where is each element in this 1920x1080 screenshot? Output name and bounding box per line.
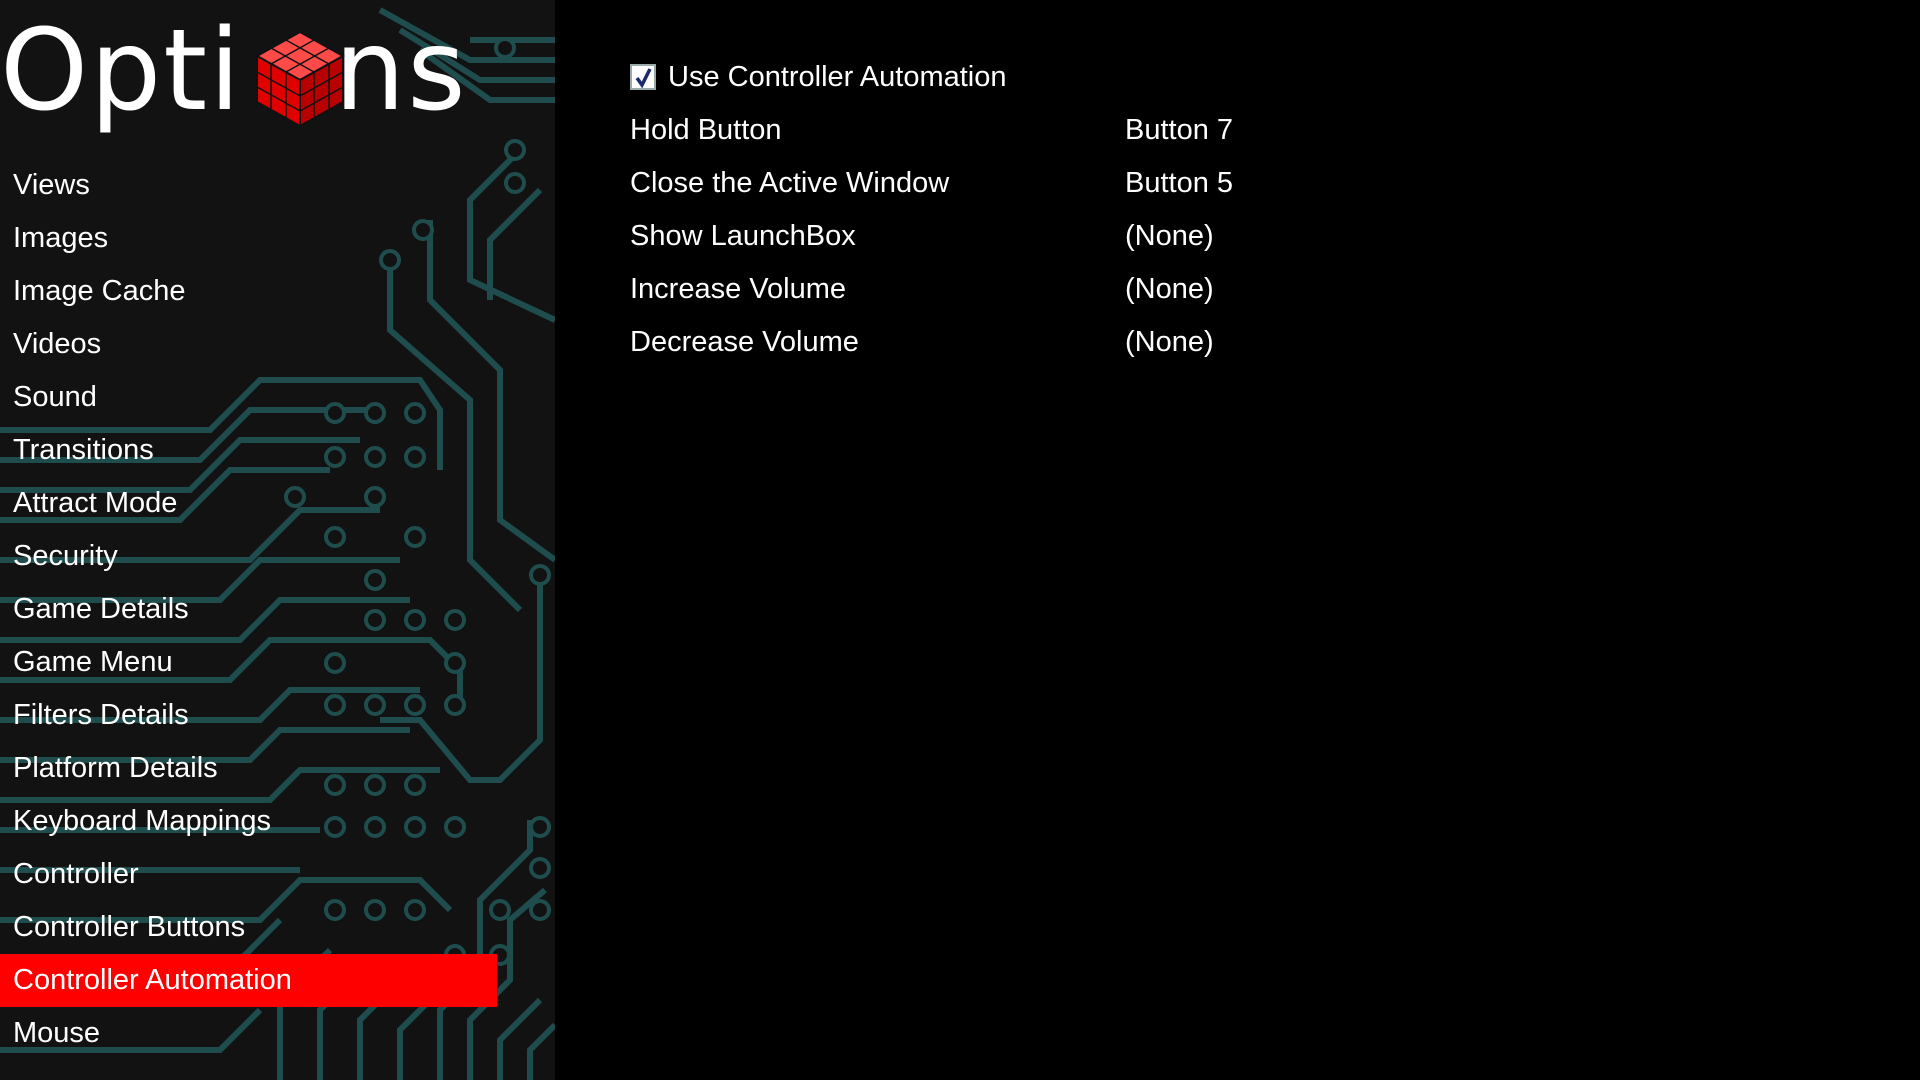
page-title: Opti ns: [0, 6, 468, 136]
menu-item-controller[interactable]: Controller: [0, 848, 497, 901]
menu-item-platform-details[interactable]: Platform Details: [0, 742, 497, 795]
setting-value[interactable]: (None): [1125, 263, 1214, 315]
setting-row-show-launchbox[interactable]: Show LaunchBox (None): [630, 210, 1530, 262]
options-logo: Opti ns: [0, 6, 500, 136]
menu-item-label: Views: [13, 169, 90, 201]
menu-item-label: Keyboard Mappings: [13, 805, 271, 837]
settings-panel: Use Controller Automation Hold Button Bu…: [555, 0, 1920, 1080]
menu-item-label: Game Menu: [13, 646, 173, 678]
menu-item-filters-details[interactable]: Filters Details: [0, 689, 497, 742]
menu-item-sound[interactable]: Sound: [0, 371, 497, 424]
setting-label: Hold Button: [630, 114, 782, 146]
checkbox-label: Use Controller Automation: [668, 61, 1007, 93]
menu-item-label: Sound: [13, 381, 97, 413]
menu-item-label: Platform Details: [13, 752, 218, 784]
menu-item-mouse[interactable]: Mouse: [0, 1007, 497, 1060]
menu-item-label: Game Details: [13, 593, 189, 625]
menu-item-keyboard-mappings[interactable]: Keyboard Mappings: [0, 795, 497, 848]
menu-item-label: Mouse: [13, 1017, 101, 1049]
menu-item-image-cache[interactable]: Image Cache: [0, 265, 497, 318]
sidebar: Opti ns Views Images Image Cache Videos S…: [0, 0, 555, 1080]
menu-item-label: Videos: [13, 328, 102, 360]
setting-label: Increase Volume: [630, 273, 847, 305]
menu-item-label: Transitions: [13, 434, 154, 466]
menu-item-label: Controller Buttons: [13, 911, 246, 943]
menu-item-controller-buttons[interactable]: Controller Buttons: [0, 901, 497, 954]
menu-item-label: Controller Automation: [13, 964, 292, 996]
setting-label: Close the Active Window: [630, 167, 950, 199]
menu-item-videos[interactable]: Videos: [0, 318, 497, 371]
title-part-2: ns: [334, 6, 468, 136]
menu-item-views[interactable]: Views: [0, 159, 497, 212]
setting-row-decrease-volume[interactable]: Decrease Volume (None): [630, 316, 1530, 368]
setting-value[interactable]: (None): [1125, 210, 1214, 262]
title-part-1: Opti: [0, 6, 243, 136]
menu-item-images[interactable]: Images: [0, 212, 497, 265]
cube-icon: [255, 30, 345, 128]
checkmark-icon: [635, 68, 652, 89]
menu-item-label: Security: [13, 540, 118, 572]
menu-item-attract-mode[interactable]: Attract Mode: [0, 477, 497, 530]
menu-item-transitions[interactable]: Transitions: [0, 424, 497, 477]
menu-item-controller-automation[interactable]: Controller Automation: [0, 954, 497, 1007]
menu-item-game-menu[interactable]: Game Menu: [0, 636, 497, 689]
setting-row-increase-volume[interactable]: Increase Volume (None): [630, 263, 1530, 315]
setting-value[interactable]: Button 7: [1125, 104, 1233, 156]
menu-item-game-details[interactable]: Game Details: [0, 583, 497, 636]
setting-label: Decrease Volume: [630, 326, 859, 358]
setting-label: Show LaunchBox: [630, 220, 856, 252]
menu-item-label: Controller: [13, 858, 139, 890]
setting-value[interactable]: (None): [1125, 316, 1214, 368]
use-controller-automation-checkbox[interactable]: Use Controller Automation: [630, 51, 1530, 103]
menu-item-label: Filters Details: [13, 699, 189, 731]
menu-item-label: Image Cache: [13, 275, 186, 307]
setting-value[interactable]: Button 5: [1125, 157, 1233, 209]
menu-item-label: Images: [13, 222, 109, 254]
menu-item-security[interactable]: Security: [0, 530, 497, 583]
setting-row-hold-button[interactable]: Hold Button Button 7: [630, 104, 1530, 156]
setting-row-close-active-window[interactable]: Close the Active Window Button 5: [630, 157, 1530, 209]
menu-item-label: Attract Mode: [13, 487, 178, 519]
options-menu: Views Images Image Cache Videos Sound Tr…: [0, 159, 555, 1060]
checkbox-box[interactable]: [630, 64, 656, 90]
